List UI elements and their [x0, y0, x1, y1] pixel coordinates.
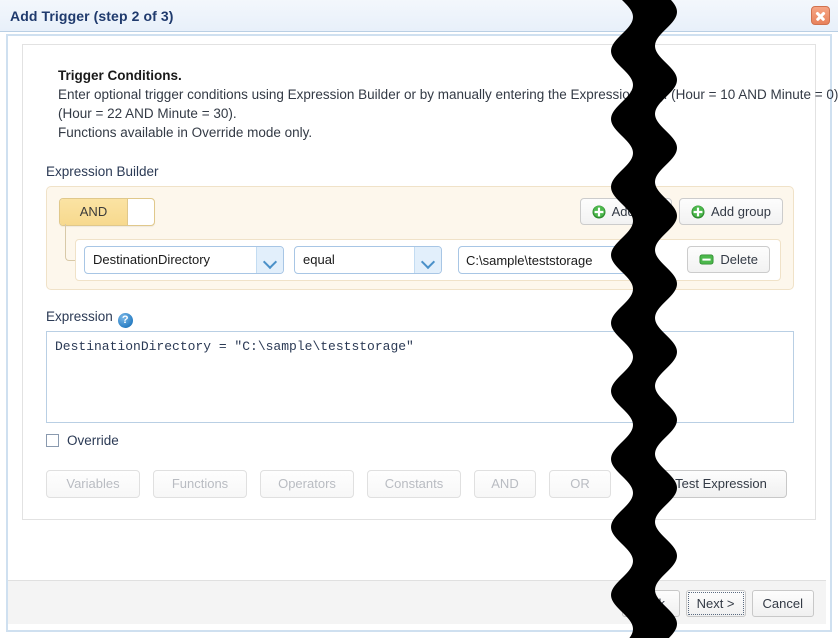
variables-button[interactable]: Variables	[46, 470, 140, 498]
constants-button[interactable]: Constants	[367, 470, 461, 498]
operators-button[interactable]: Operators	[260, 470, 354, 498]
builder-rule-row: DestinationDirectory equal Delete	[75, 239, 781, 281]
page-title: Add Trigger (step 2 of 3)	[10, 8, 174, 24]
delete-rule-button[interactable]: Delete	[687, 246, 770, 273]
back-button[interactable]: Back	[622, 590, 680, 617]
cancel-button[interactable]: Cancel	[752, 590, 814, 617]
intro-heading: Trigger Conditions.	[58, 66, 818, 85]
delete-rule-label: Delete	[720, 252, 758, 267]
expression-label-group: Expression?	[46, 309, 133, 328]
intro-text-block: Trigger Conditions. Enter optional trigg…	[58, 66, 818, 142]
dialog-footer: Back Next > Cancel	[8, 580, 826, 624]
add-trigger-dialog: Add Trigger (step 2 of 3) Trigger Condit…	[0, 0, 838, 638]
plus-icon	[592, 205, 606, 219]
add-group-label: Add group	[711, 204, 771, 219]
intro-line-1: Enter optional trigger conditions using …	[58, 85, 818, 104]
condition-toggle[interactable]: AND	[59, 198, 155, 226]
builder-group-header: AND Add rule	[47, 187, 793, 235]
minus-icon	[699, 253, 714, 266]
expression-builder-label: Expression Builder	[46, 164, 159, 179]
intro-line-3: Functions available in Override mode onl…	[58, 123, 818, 142]
test-expression-button[interactable]: Test Expression	[655, 470, 787, 498]
expression-label: Expression	[46, 309, 113, 324]
next-button[interactable]: Next >	[686, 590, 746, 617]
rule-field-select[interactable]: DestinationDirectory	[84, 246, 284, 274]
override-checkbox[interactable]	[46, 434, 59, 447]
rule-field-value: DestinationDirectory	[93, 247, 210, 273]
builder-group-actions: Add rule Add group	[580, 198, 783, 225]
token-button-row: Variables Functions Operators Constants …	[46, 470, 611, 498]
intro-line-2: (Hour = 22 AND Minute = 30).	[58, 104, 818, 123]
condition-and-button[interactable]: AND	[60, 199, 128, 225]
functions-button[interactable]: Functions	[153, 470, 247, 498]
expression-textarea[interactable]	[46, 331, 794, 423]
add-rule-button[interactable]: Add rule	[580, 198, 672, 225]
expression-builder-group: AND Add rule	[46, 186, 794, 290]
add-group-button[interactable]: Add group	[679, 198, 783, 225]
and-token-button[interactable]: AND	[474, 470, 536, 498]
or-token-button[interactable]: OR	[549, 470, 611, 498]
add-rule-label: Add rule	[612, 204, 660, 219]
plus-icon	[691, 205, 705, 219]
help-icon[interactable]: ?	[118, 313, 133, 328]
override-label: Override	[67, 433, 119, 448]
rule-operator-select[interactable]: equal	[294, 246, 442, 274]
chevron-down-icon	[256, 247, 283, 273]
rule-value-input[interactable]	[458, 246, 638, 274]
condition-or-button[interactable]	[128, 199, 154, 225]
footer-buttons: Back Next > Cancel	[622, 590, 814, 617]
override-row: Override	[46, 433, 119, 448]
title-bar: Add Trigger (step 2 of 3)	[0, 0, 838, 32]
chevron-down-icon	[414, 247, 441, 273]
rule-operator-value: equal	[303, 247, 335, 273]
close-icon[interactable]	[811, 6, 830, 25]
